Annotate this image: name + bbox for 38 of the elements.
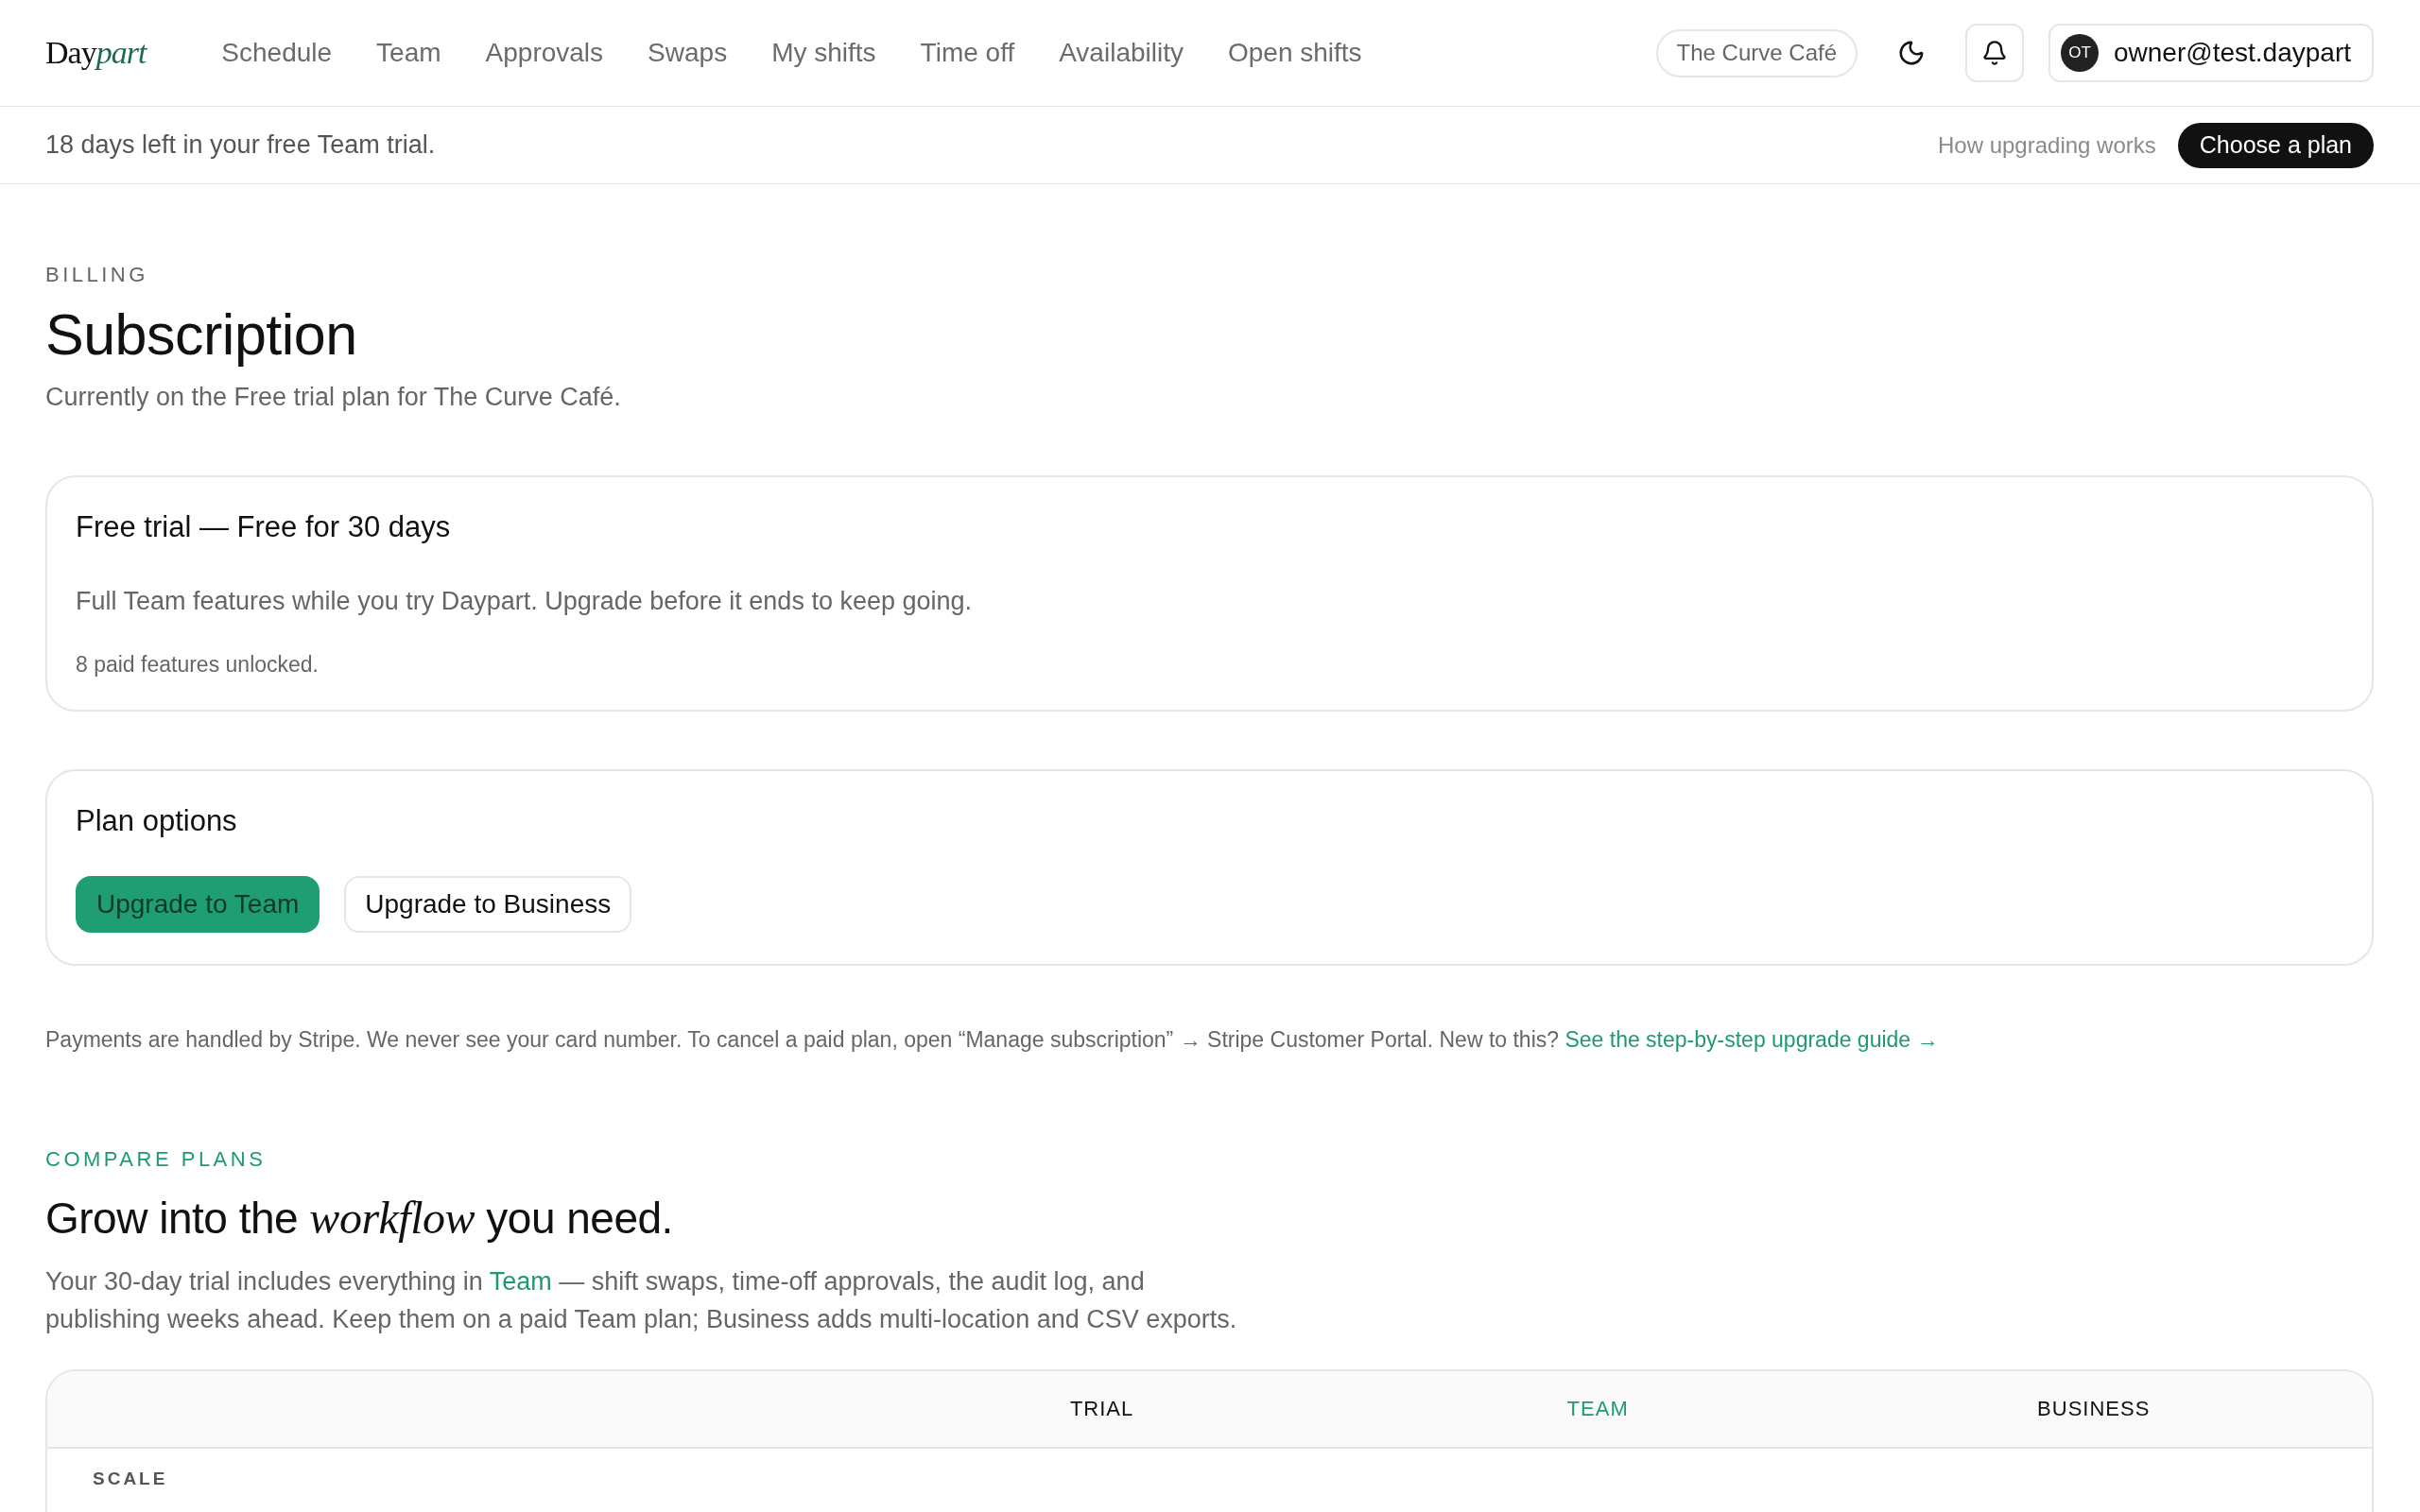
moon-icon xyxy=(1897,39,1926,67)
bell-icon xyxy=(1981,40,2008,66)
column-header: TEAM xyxy=(1566,1397,1629,1421)
nav-link[interactable]: Approvals xyxy=(485,38,604,68)
nav-link[interactable]: Time off xyxy=(920,38,1015,68)
compare-intro: Your 30-day trial includes everything in Team — shift swaps, time-off approvals, the audit log, and publishing weeks ahead. Keep them on a paid Team plan; Business adds multi-location and CSV exports. xyxy=(45,1266,1238,1335)
card-description: Full Team features while you try Daypart. Upgrade before it ends to keep going. xyxy=(76,586,974,617)
nav-link[interactable]: Availability xyxy=(1059,38,1184,68)
compare-headline: Grow into the workflow you need. xyxy=(45,1192,674,1245)
notifications-button[interactable] xyxy=(1965,24,2024,82)
payments-note: Payments are handled by Stripe. We never see your card number. To cancel a paid plan, open “Manage subscription” → Stripe Customer Portal. New to this? See the step-by-step upgrade guide → xyxy=(45,1026,1940,1054)
upgrade-button[interactable]: Upgrade to Business xyxy=(344,876,632,933)
location-switcher[interactable]: The Curve Café xyxy=(1655,28,1858,77)
column-header: TRIAL xyxy=(1069,1397,1134,1421)
card-note: 8 paid features unlocked. xyxy=(76,651,320,679)
upgrade-guide-link[interactable]: See the step-by-step upgrade guide → xyxy=(1564,1027,1939,1052)
table-section-label: SCALE xyxy=(93,1468,168,1490)
card-title: Plan options xyxy=(76,803,238,839)
section-eyebrow: COMPARE PLANS xyxy=(45,1146,268,1173)
team-link[interactable]: Team xyxy=(489,1267,552,1296)
trial-message: 18 days left in your free Team trial. xyxy=(45,130,436,160)
account-email: owner@test.daypart xyxy=(2114,38,2351,68)
logo[interactable]: Daypart xyxy=(45,35,147,71)
section-eyebrow: BILLING xyxy=(45,262,149,288)
card-title: Free trial — Free for 30 days xyxy=(76,509,452,545)
nav-link[interactable]: My shifts xyxy=(771,38,876,68)
user-avatar: OT xyxy=(2061,34,2099,72)
choose-plan-button[interactable]: Choose a plan xyxy=(2177,122,2374,168)
upgrade-button[interactable]: Upgrade to Team xyxy=(76,876,320,933)
column-header: BUSINESS xyxy=(2037,1397,2151,1421)
nav-link[interactable]: Team xyxy=(376,38,441,68)
page-title: Subscription xyxy=(45,301,358,369)
help-link[interactable]: How upgrading works xyxy=(1938,131,2156,159)
nav-link[interactable]: Swaps xyxy=(648,38,728,68)
account-menu-button[interactable]: OT owner@test.daypart xyxy=(2048,24,2374,82)
nav-link[interactable]: Open shifts xyxy=(1228,38,1362,68)
nav-link[interactable]: Schedule xyxy=(221,38,333,68)
page-subtitle: Currently on the Free trial plan for The Curve Café. xyxy=(45,382,622,413)
